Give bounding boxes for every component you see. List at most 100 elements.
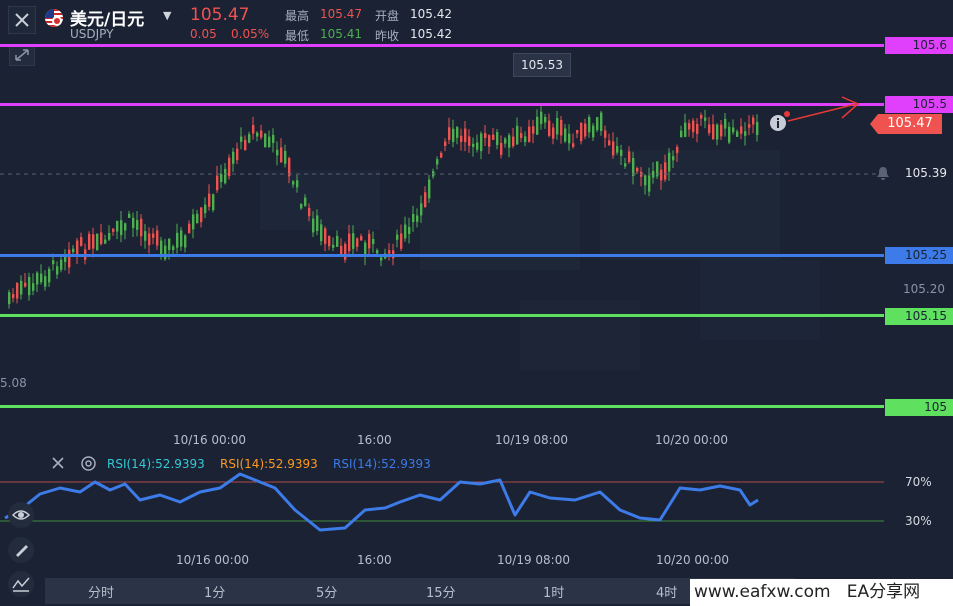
tf-5m[interactable]: 5分 [316,582,337,601]
candle [484,125,487,147]
candle [72,245,75,255]
close-indicator-icon[interactable] [50,455,66,471]
current-price-label: 105.47 [870,114,942,134]
candle [692,118,695,139]
candle [256,131,259,142]
candle [292,180,295,188]
eye-button[interactable] [8,502,34,528]
candle [344,241,347,263]
candle [632,151,635,185]
candle [640,166,643,187]
candle [56,261,59,279]
level-line-105-25[interactable] [0,254,884,257]
candle [388,243,391,261]
price-change-pct: 0.05% [231,27,270,41]
level-label-105-6: 105.6 [885,37,953,54]
candle [696,118,699,143]
candle [104,234,107,245]
candle [20,275,23,300]
tf-4h[interactable]: 4时 [656,582,677,601]
candle [88,231,91,250]
tf-15m[interactable]: 15分 [426,582,456,601]
rsi-chart[interactable] [0,470,884,540]
candle [540,103,543,130]
alert-line[interactable] [0,172,884,176]
candle [556,110,559,140]
candle [436,156,439,170]
candle [420,195,423,223]
open-label: 开盘 [375,9,400,23]
candle [108,225,111,242]
candle [188,220,191,234]
candle [508,132,511,158]
candle [80,232,83,247]
level-line-105-6[interactable] [0,44,884,47]
rsi-upper-label: 70% [905,475,932,489]
candle [336,230,339,248]
candle [32,273,35,296]
candle [676,144,679,162]
candle [628,146,631,164]
candle [100,224,103,246]
x-label-1: 10/16 00:00 [173,433,246,447]
tf-1h[interactable]: 1时 [543,582,564,601]
indicator-button[interactable] [8,571,34,597]
candle [180,226,183,251]
candle [580,122,583,145]
bell-icon[interactable] [876,166,890,181]
candle [516,117,519,146]
candle [412,205,415,232]
candle [128,210,131,219]
candle [144,224,147,249]
candle [492,127,495,140]
candle [280,138,283,163]
candle [644,174,647,195]
candle [112,227,115,236]
close-button[interactable] [8,6,36,34]
level-line-105-5[interactable] [0,103,884,106]
candle [200,207,203,228]
level-line-105[interactable] [0,405,884,408]
last-price: 105.47 [190,5,250,25]
candle [752,114,755,134]
open-value: 105.42 [410,7,452,21]
candle [620,144,623,166]
candle [524,131,527,147]
draw-button[interactable] [8,537,34,563]
candle [612,132,615,159]
tf-tick[interactable]: 分时 [88,582,114,601]
candle [276,141,279,166]
candle [552,123,555,145]
candle [528,119,531,143]
candle [680,125,683,138]
candle [452,119,455,148]
rsi-label-2: RSI(14):52.9393 [220,457,318,471]
rsi-label-1: RSI(14):52.9393 [107,457,205,471]
candle [312,211,315,237]
alert-price-label: 105.39 [895,166,953,183]
level-label-105-25: 105.25 [885,247,953,264]
high-value: 105.47 [320,7,362,21]
level-label-105-15: 105.15 [885,308,953,325]
candle [304,194,307,207]
candle [324,226,327,252]
candle [428,174,431,203]
tf-1m[interactable]: 1分 [204,582,225,601]
level-line-105-15[interactable] [0,314,884,317]
candlestick-chart[interactable] [0,40,884,420]
candle [28,272,31,301]
candle [332,237,335,252]
candle [616,137,619,155]
info-icon[interactable] [769,114,787,132]
candle [472,137,475,157]
candle [124,222,127,240]
low-value: 105.41 [320,27,362,41]
candle [308,203,311,222]
candle [16,282,19,304]
candle [60,256,63,273]
chevron-down-icon[interactable]: ▼ [163,9,171,22]
candle [712,114,715,140]
candle [140,214,143,246]
candle [176,223,179,254]
candle [328,235,331,251]
